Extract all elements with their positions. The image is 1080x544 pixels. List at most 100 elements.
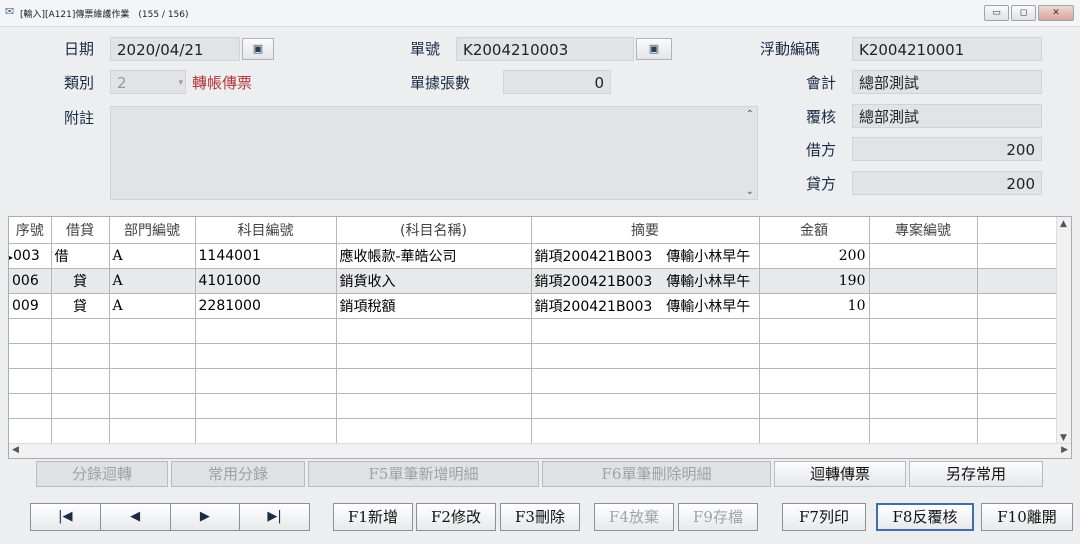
f3-delete-button[interactable]: F3刪除 (500, 503, 580, 531)
reviewer-field: 總部測試 (852, 104, 1042, 128)
col-header-filler (977, 217, 1058, 244)
cell-project[interactable] (869, 268, 978, 294)
first-record-button[interactable]: |◀ (31, 504, 101, 530)
cell-dept[interactable]: A (109, 268, 196, 294)
f10-exit-button[interactable]: F10離開 (981, 503, 1073, 531)
cell-acct-name[interactable]: 應收帳款-華皓公司 (336, 243, 532, 269)
last-record-button[interactable]: ▶| (240, 504, 309, 530)
cell-project[interactable] (869, 243, 978, 269)
cell-seq[interactable]: ▸003 (9, 243, 52, 269)
f7-print-button[interactable]: F7列印 (782, 503, 866, 531)
float-code-label: 浮動編碼 (760, 40, 821, 58)
cell-filler (977, 243, 1058, 269)
restore-button[interactable]: ◻ (1011, 5, 1036, 21)
col-header-dc[interactable]: 借貸 (51, 217, 110, 244)
reverse-voucher-button[interactable]: 迴轉傳票 (774, 461, 906, 487)
empty-row[interactable] (9, 368, 1058, 394)
cell-project[interactable] (869, 293, 978, 319)
scroll-down-icon[interactable]: ▼ (1060, 433, 1067, 443)
cell-summary[interactable]: 銷項200421B003 傳輸小林早午 (531, 268, 760, 294)
cell-dept[interactable]: A (109, 243, 196, 269)
cell-seq[interactable]: 009 (9, 293, 52, 319)
doc-count-field[interactable]: 0 (503, 70, 611, 94)
save-common-button[interactable]: 另存常用 (909, 461, 1043, 487)
cell-seq[interactable]: 006 (9, 268, 52, 294)
cell-dc[interactable]: 貸 (51, 293, 110, 319)
first-icon: |◀ (58, 509, 73, 524)
chevron-down-icon: ▾ (178, 78, 183, 88)
horizontal-scrollbar[interactable]: ◀ ▶ (9, 443, 1071, 458)
table-row[interactable]: 006 貸 A 4101000 銷貨收入 銷項200421B003 傳輸小林早午… (9, 268, 1058, 294)
f8-unreview-button[interactable]: F8反覆核 (876, 503, 974, 531)
doc-count-label: 單據張數 (410, 74, 471, 92)
category-text: 轉帳傳票 (192, 74, 253, 92)
credit-label: 貸方 (806, 175, 837, 193)
date-picker-button[interactable]: ▣ (242, 38, 274, 60)
cell-amount[interactable]: 190 (759, 268, 870, 294)
cell-acct-name[interactable]: 銷項稅額 (336, 293, 532, 319)
vertical-scrollbar[interactable]: ▲ ▼ (1056, 217, 1071, 445)
add-detail-button[interactable]: F5單筆新增明細 (308, 461, 539, 487)
title-bar: ✉ [輸入][A121]傳票維護作業 (155 / 156) ▭ ◻ ✕ (0, 0, 1080, 27)
cell-amount[interactable]: 10 (759, 293, 870, 319)
cell-filler (977, 268, 1058, 294)
float-code-field: K2004210001 (852, 37, 1042, 61)
cell-dc[interactable]: 借 (51, 243, 110, 269)
memo-field[interactable]: ⌃ ⌄ (110, 106, 758, 200)
col-header-project[interactable]: 專案編號 (869, 217, 978, 244)
app-icon: ✉ (5, 5, 15, 18)
prev-icon: ◀ (130, 509, 141, 524)
cell-amount[interactable]: 200 (759, 243, 870, 269)
scroll-up-icon[interactable]: ▲ (1060, 219, 1067, 229)
col-header-acct-name[interactable]: (科目名稱) (336, 217, 532, 244)
next-record-button[interactable]: ▶ (170, 504, 241, 530)
f1-add-button[interactable]: F1新增 (333, 503, 413, 531)
prev-record-button[interactable]: ◀ (100, 504, 171, 530)
cell-summary[interactable]: 銷項200421B003 傳輸小林早午 (531, 243, 760, 269)
cell-acct[interactable]: 2281000 (195, 293, 337, 319)
cell-dept[interactable]: A (109, 293, 196, 319)
empty-row[interactable] (9, 318, 1058, 344)
date-field[interactable]: 2020/04/21 (110, 37, 240, 61)
empty-row[interactable] (9, 393, 1058, 419)
cell-acct[interactable]: 4101000 (195, 268, 337, 294)
scroll-right-icon[interactable]: ▶ (1061, 445, 1068, 455)
last-icon: ▶| (267, 509, 282, 524)
scroll-up-icon[interactable]: ⌃ (746, 109, 754, 120)
f2-edit-button[interactable]: F2修改 (416, 503, 496, 531)
table-row[interactable]: ▸003 借 A 1144001 應收帳款-華皓公司 銷項200421B003 … (9, 243, 1058, 269)
credit-total-field: 200 (852, 171, 1042, 195)
cell-acct[interactable]: 1144001 (195, 243, 337, 269)
category-select[interactable]: 2 ▾ (110, 70, 186, 94)
voucher-no-field[interactable]: K2004210003 (456, 37, 634, 61)
memo-label: 附註 (64, 109, 95, 127)
voucher-lookup-button[interactable]: ▣ (636, 38, 672, 60)
debit-total-field: 200 (852, 137, 1042, 161)
minimize-button[interactable]: ▭ (984, 5, 1009, 21)
empty-row[interactable] (9, 418, 1058, 444)
col-header-acct[interactable]: 科目編號 (195, 217, 337, 244)
detail-table: 序號 借貸 部門編號 科目編號 (科目名稱) 摘要 金額 專案編號 ▸003 借… (9, 217, 1058, 444)
voucher-no-label: 單號 (410, 40, 441, 58)
col-header-amount[interactable]: 金額 (759, 217, 870, 244)
scroll-left-icon[interactable]: ◀ (12, 445, 19, 455)
col-header-dept[interactable]: 部門編號 (109, 217, 196, 244)
scroll-down-icon[interactable]: ⌄ (746, 186, 754, 197)
cell-summary[interactable]: 銷項200421B003 傳輸小林早午 (531, 293, 760, 319)
table-row[interactable]: 009 貸 A 2281000 銷項稅額 銷項200421B003 傳輸小林早午… (9, 293, 1058, 319)
common-entry-button[interactable]: 常用分錄 (171, 461, 305, 487)
reverse-entry-button[interactable]: 分錄迴轉 (36, 461, 168, 487)
calendar-icon: ▣ (252, 42, 264, 55)
cell-dc[interactable]: 貸 (51, 268, 110, 294)
f4-discard-button[interactable]: F4放棄 (594, 503, 674, 531)
date-label: 日期 (64, 40, 95, 58)
delete-detail-button[interactable]: F6單筆刪除明細 (542, 461, 771, 487)
voucher-detail-grid[interactable]: 序號 借貸 部門編號 科目編號 (科目名稱) 摘要 金額 專案編號 ▸003 借… (8, 216, 1072, 459)
empty-row[interactable] (9, 343, 1058, 369)
col-header-summary[interactable]: 摘要 (531, 217, 760, 244)
f9-save-button[interactable]: F9存檔 (678, 503, 758, 531)
cell-acct-name[interactable]: 銷貨收入 (336, 268, 532, 294)
col-header-seq[interactable]: 序號 (9, 217, 52, 244)
close-button[interactable]: ✕ (1038, 5, 1074, 21)
lookup-icon: ▣ (648, 42, 660, 55)
